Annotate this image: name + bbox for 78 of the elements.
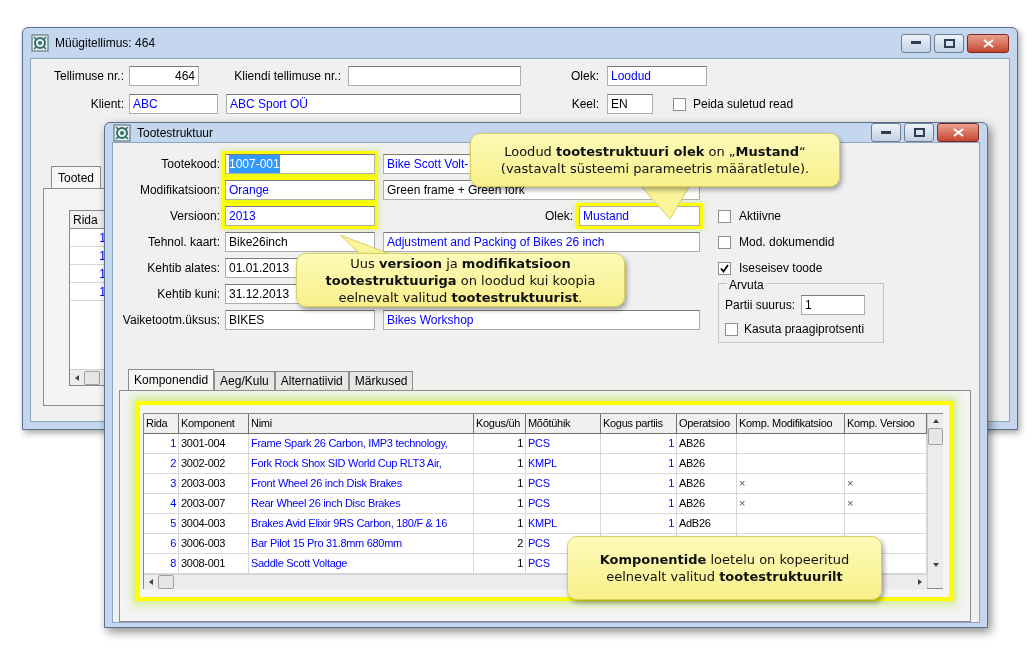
field-label: Vaiketootm.üksus: [121, 312, 220, 329]
table-cell: AdB26 [677, 514, 737, 534]
checkbox-label: Aktiivne [739, 208, 782, 225]
table-cell: 3006-003 [179, 534, 249, 554]
field-label: Tellimuse nr.: [52, 68, 124, 85]
field-label: Kliendi tellimuse nr.: [233, 68, 341, 85]
table-cell: Rear Wheel 26 inch Disc Brakes [249, 494, 474, 514]
table-cell: 1 [474, 514, 526, 534]
field-label: Olek: [545, 208, 573, 225]
table-cell: 3 [144, 474, 179, 494]
checkbox-label: Peida suletud read [693, 96, 794, 113]
column-header: Kogus/üh [474, 414, 526, 434]
table-cell: 4 [144, 494, 179, 514]
callout-text: Loodud tootestruktuuri olek on „Mustand“ [504, 143, 806, 160]
table-cell: AB26 [677, 434, 737, 454]
table-cell: 3001-004 [179, 434, 249, 454]
table-cell: PCS [526, 474, 601, 494]
table-cell: PCS [526, 434, 601, 454]
checkbox-label: Mod. dokumendid [739, 234, 835, 251]
window-title: Müügitellimus: 464 [55, 35, 156, 52]
callout-text: Komponentide loetelu on kopeeritud [599, 551, 850, 568]
window-title: Tootestruktuur [137, 124, 214, 142]
table-cell: AB26 [677, 454, 737, 474]
column-header: Komponent [179, 414, 249, 434]
checkbox-label: Iseseisev toode [739, 260, 823, 277]
column-header: Kogus partiis [601, 414, 677, 434]
table-cell: 1 [474, 494, 526, 514]
table-cell: KMPL [526, 514, 601, 534]
column-header: Operatsioo [677, 414, 737, 434]
table-cell: 1 [601, 434, 677, 454]
table-cell: Fork Rock Shox SID World Cup RLT3 Air, [249, 454, 474, 474]
table-cell: 2003-003 [179, 474, 249, 494]
callout-text: eelnevalt valitud tootestruktuurilt [606, 568, 843, 585]
checkbox-label: Kasuta praagiprotsenti [744, 321, 865, 338]
column-header: Komp. Versioo [845, 414, 927, 434]
table-cell: PCS [526, 494, 601, 514]
field-label: Tehnol. kaart: [146, 234, 220, 251]
column-header: Rida [144, 414, 179, 434]
table-cell: Front Wheel 26 inch Disk Brakes [249, 474, 474, 494]
field-label: Versioon: [168, 208, 220, 225]
callout-text: eelnevalt valitud tootestruktuurist. [338, 288, 583, 306]
table-cell: 1 [601, 514, 677, 534]
table-cell: 1 [474, 434, 526, 454]
table-cell: 1 [601, 494, 677, 514]
table-cell: × [737, 474, 845, 494]
field-label: Keel: [570, 96, 599, 113]
callout-text: tootestruktuuriga on loodud kui koopia [325, 271, 596, 289]
callout-text: Uus versioon ja modifikatsioon [350, 254, 571, 272]
table-cell: KMPL [526, 454, 601, 474]
column-header: Nimi [249, 414, 474, 434]
table-cell: Bar Pilot 15 Pro 31.8mm 680mm [249, 534, 474, 554]
field-label: Kehtib kuni: [156, 286, 220, 303]
table-cell: 5 [144, 514, 179, 534]
table-cell: 3004-003 [179, 514, 249, 534]
table-cell: 6 [144, 534, 179, 554]
table-cell: 1 [601, 454, 677, 474]
table-cell: Frame Spark 26 Carbon, IMP3 technology, [249, 434, 474, 454]
column-header: Komp. Modifikatsioo [737, 414, 845, 434]
table-cell: 1 [601, 474, 677, 494]
field-label: Tootekood: [160, 156, 220, 173]
table-cell: 1 [474, 474, 526, 494]
table-cell: 2 [144, 454, 179, 474]
table-cell: 3002-002 [179, 454, 249, 474]
table-cell: × [737, 494, 845, 514]
field-label: Olek: [570, 68, 599, 85]
table-cell: 1 [474, 454, 526, 474]
table-cell: AB26 [677, 494, 737, 514]
column-header: Mõõtühik [526, 414, 601, 434]
field-label: Kehtib alates: [146, 260, 220, 277]
table-cell: Brakes Avid Elixir 9RS Carbon, 180/F & 16 [249, 514, 474, 534]
table-cell: 1 [144, 434, 179, 454]
field-label: Klient: [89, 96, 124, 113]
table-cell: AB26 [677, 474, 737, 494]
field-label: Partii suurus: [725, 297, 796, 314]
field-label: Modifikatsioon: [138, 182, 220, 199]
table-cell: 2 [474, 534, 526, 554]
table-cell: 2003-007 [179, 494, 249, 514]
callout-text: (vastavalt süsteemi parameetris määratletule). [500, 160, 810, 177]
